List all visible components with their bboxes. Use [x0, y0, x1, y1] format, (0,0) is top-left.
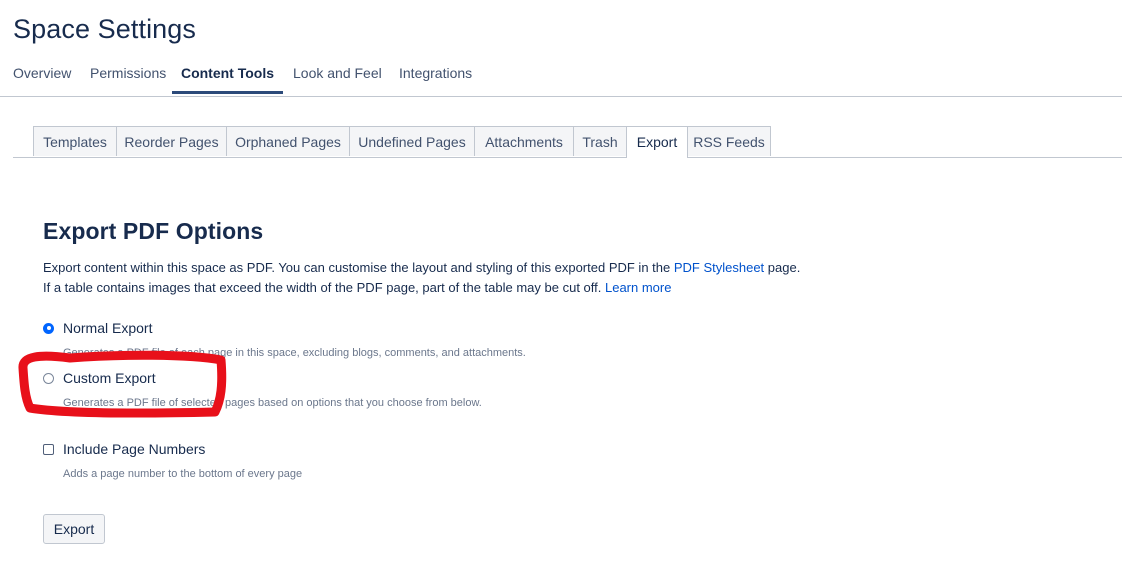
export-description-line-1: Export content within this space as PDF.… [43, 260, 800, 275]
subtab-rss-feeds[interactable]: RSS Feeds [687, 126, 771, 156]
tab-overview[interactable]: Overview [13, 58, 71, 94]
subtab-attachments[interactable]: Attachments [474, 126, 574, 156]
description-text: page. [764, 260, 801, 275]
subtab-reorder-pages[interactable]: Reorder Pages [116, 126, 227, 156]
page-numbers-help: Adds a page number to the bottom of ever… [63, 468, 303, 480]
page-numbers-option[interactable]: Include Page Numbers [43, 439, 205, 459]
subtab-orphaned-pages[interactable]: Orphaned Pages [226, 126, 350, 156]
pdf-stylesheet-link[interactable]: PDF Stylesheet [674, 260, 764, 275]
content-tools-tabs: Templates Reorder Pages Orphaned Pages U… [13, 126, 1122, 158]
normal-export-radio[interactable] [43, 322, 54, 334]
page-numbers-checkbox[interactable] [43, 443, 54, 455]
normal-export-label[interactable]: Normal Export [63, 320, 152, 336]
description-text: If a table contains images that exceed t… [43, 280, 605, 295]
subtab-trash[interactable]: Trash [573, 126, 627, 156]
export-button[interactable]: Export [43, 514, 105, 544]
custom-export-label[interactable]: Custom Export [63, 370, 156, 386]
export-description-line-2: If a table contains images that exceed t… [43, 280, 671, 295]
page-numbers-label[interactable]: Include Page Numbers [63, 441, 205, 457]
custom-export-help: Generates a PDF file of selected pages b… [63, 397, 482, 409]
normal-export-help: Generates a PDF file of each page in thi… [63, 347, 526, 359]
tab-look-and-feel[interactable]: Look and Feel [293, 58, 382, 94]
subtab-undefined-pages[interactable]: Undefined Pages [349, 126, 475, 156]
description-text: Export content within this space as PDF.… [43, 260, 674, 275]
tab-content-tools[interactable]: Content Tools [172, 58, 283, 94]
custom-export-option[interactable]: Custom Export [43, 368, 156, 388]
tab-integrations[interactable]: Integrations [399, 58, 472, 94]
space-settings-nav: Overview Permissions Content Tools Look … [0, 58, 1122, 97]
subtab-export[interactable]: Export [626, 126, 688, 158]
export-pdf-title: Export PDF Options [43, 218, 264, 244]
custom-export-radio[interactable] [43, 372, 54, 384]
tab-permissions[interactable]: Permissions [90, 58, 166, 94]
learn-more-link[interactable]: Learn more [605, 280, 671, 295]
subtab-templates[interactable]: Templates [33, 126, 117, 156]
page-title: Space Settings [13, 14, 197, 44]
normal-export-option[interactable]: Normal Export [43, 318, 152, 338]
